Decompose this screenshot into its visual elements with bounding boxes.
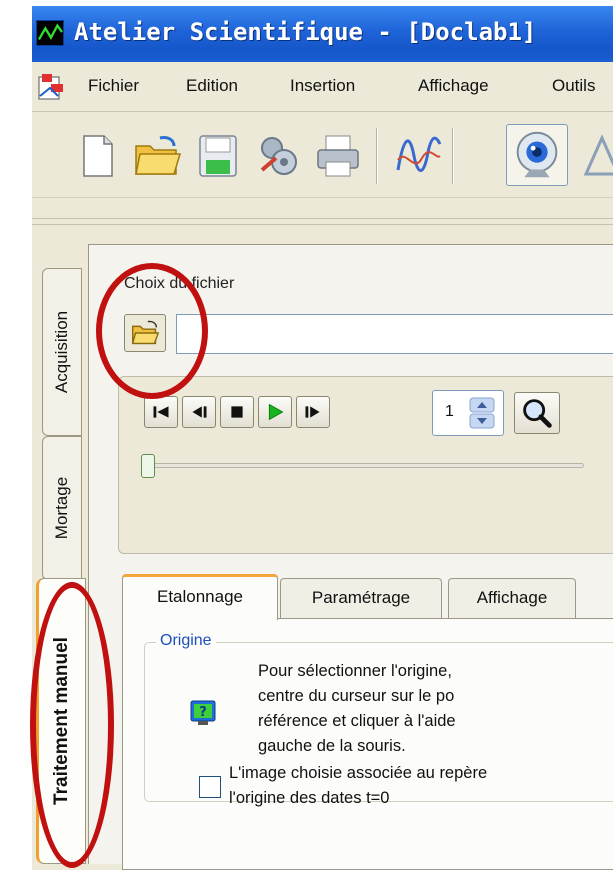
frame-slider-track[interactable] xyxy=(146,463,584,468)
menu-fichier[interactable]: Fichier xyxy=(88,76,139,96)
frame-slider-thumb[interactable] xyxy=(141,454,155,478)
menu-affichage[interactable]: Affichage xyxy=(418,76,489,96)
menu-outils[interactable]: Outils xyxy=(552,76,595,96)
side-tab-montage[interactable]: Mortage xyxy=(42,436,82,580)
webcam-button[interactable] xyxy=(506,124,568,186)
tools-icon[interactable] xyxy=(252,130,304,182)
extra-tool-icon[interactable] xyxy=(576,130,613,182)
skip-to-start-icon xyxy=(153,406,169,418)
toolbar-separator xyxy=(376,128,378,184)
toolbar-strip xyxy=(32,198,613,242)
open-folder-icon[interactable] xyxy=(132,130,184,182)
play-button[interactable] xyxy=(258,396,292,428)
side-tab-acquisition[interactable]: Acquisition xyxy=(42,268,82,436)
zoom-button[interactable] xyxy=(514,392,560,434)
play-icon xyxy=(268,403,284,421)
first-frame-button[interactable] xyxy=(144,396,178,428)
origine-instructions-line: centre du curseur sur le po xyxy=(258,687,455,705)
origin-date-checkbox[interactable] xyxy=(199,776,221,798)
frame-number-spinner[interactable]: 1 xyxy=(432,390,504,436)
toolbar xyxy=(32,112,613,198)
spinner-arrows-icon[interactable] xyxy=(469,397,495,429)
checkbox-label-line: l'origine des dates t=0 xyxy=(229,789,390,807)
signal-curve-icon[interactable] xyxy=(392,130,444,182)
side-tab-montage-label: Mortage xyxy=(52,476,71,540)
app-window: Atelier Scientifique - [Doclab1] Fichier… xyxy=(0,0,613,870)
menu-bar: Fichier Edition Insertion Affichage Outi… xyxy=(32,62,613,112)
origine-group-label: Origine xyxy=(156,632,216,650)
tab-affichage[interactable]: Affichage xyxy=(448,578,576,618)
side-tab-traitement-label: Traitement manuel xyxy=(51,637,72,805)
open-file-button[interactable] xyxy=(124,314,166,352)
document-menu-icon[interactable] xyxy=(36,72,66,102)
tab-etalonnage[interactable]: Etalonnage xyxy=(122,574,278,620)
stop-icon xyxy=(231,406,243,418)
app-icon xyxy=(36,20,64,46)
previous-frame-button[interactable] xyxy=(182,396,216,428)
side-tab-traitement-manuel[interactable]: Traitement manuel xyxy=(36,578,86,864)
svg-text:?: ? xyxy=(199,705,207,720)
stop-button[interactable] xyxy=(220,396,254,428)
menu-edition[interactable]: Edition xyxy=(186,76,238,96)
step-forward-icon xyxy=(305,406,320,418)
webcam-icon xyxy=(516,131,558,178)
origine-instructions-line: gauche de la souris. xyxy=(258,737,406,755)
checkbox-label-line: L'image choisie associée au repère xyxy=(229,764,488,782)
help-icon: ? xyxy=(190,700,216,725)
window-title: Atelier Scientifique - [Doclab1] xyxy=(74,18,537,46)
step-back-icon xyxy=(192,406,207,418)
save-icon[interactable] xyxy=(192,130,244,182)
new-document-icon[interactable] xyxy=(72,130,124,182)
print-icon[interactable] xyxy=(312,130,364,182)
side-tab-acquisition-label: Acquisition xyxy=(52,310,71,394)
toolbar-separator xyxy=(452,128,454,184)
title-bar: Atelier Scientifique - [Doclab1] xyxy=(32,6,613,62)
origine-instructions-line: référence et cliquer à l'aide xyxy=(258,712,456,730)
next-frame-button[interactable] xyxy=(296,396,330,428)
file-path-input[interactable] xyxy=(176,314,613,354)
file-chooser-label: Choix du fichier xyxy=(124,275,235,292)
origine-instructions-line: Pour sélectionner l'origine, xyxy=(258,662,452,680)
open-folder-icon xyxy=(131,320,160,345)
magnifier-icon xyxy=(523,399,552,428)
tab-parametrage[interactable]: Paramétrage xyxy=(280,578,442,618)
menu-insertion[interactable]: Insertion xyxy=(290,76,355,96)
frame-number-value: 1 xyxy=(445,403,454,420)
